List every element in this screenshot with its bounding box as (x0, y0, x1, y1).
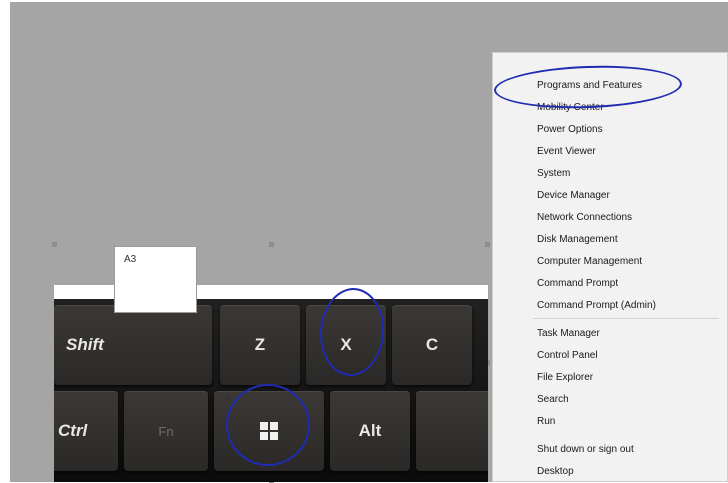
ink-circle-windows-key (226, 384, 310, 466)
menu-item-network-connections[interactable]: Network Connections (537, 212, 632, 223)
key-ctrl: Ctrl (54, 391, 118, 471)
menu-item-shut-down-or-sign-out[interactable]: Shut down or sign out (537, 444, 634, 455)
key-c: C (392, 305, 472, 385)
key-shift: Shift (54, 305, 212, 385)
menu-item-command-prompt-admin[interactable]: Command Prompt (Admin) (537, 300, 656, 311)
win-x-menu: Programs and Features Mobility Center Po… (492, 52, 728, 482)
menu-item-control-panel[interactable]: Control Panel (537, 350, 598, 361)
menu-item-system[interactable]: System (537, 168, 570, 179)
menu-item-event-viewer[interactable]: Event Viewer (537, 146, 596, 157)
key-blank (416, 391, 488, 471)
resize-handle-mid[interactable] (269, 242, 274, 247)
resize-handle-right[interactable] (485, 242, 490, 247)
key-z: Z (220, 305, 300, 385)
menu-item-desktop[interactable]: Desktop (537, 466, 574, 477)
menu-item-file-explorer[interactable]: File Explorer (537, 372, 593, 383)
menu-item-search[interactable]: Search (537, 394, 569, 405)
key-alt: Alt (330, 391, 410, 471)
menu-item-command-prompt[interactable]: Command Prompt (537, 278, 618, 289)
submenu-arrow-icon: ▸ (226, 393, 231, 402)
menu-item-device-manager[interactable]: Device Manager (537, 190, 610, 201)
menu-item-task-manager[interactable]: Task Manager (537, 328, 600, 339)
text-box[interactable]: A3 (114, 246, 197, 313)
key-fn: Fn (124, 391, 208, 471)
menu-item-computer-management[interactable]: Computer Management (537, 256, 642, 267)
menu-item-run[interactable]: Run (537, 416, 555, 427)
menu-separator (533, 318, 719, 319)
text-box-label: A3 (124, 254, 137, 265)
menu-item-disk-management[interactable]: Disk Management (537, 234, 618, 245)
resize-handle-left[interactable] (52, 242, 57, 247)
menu-item-power-options[interactable]: Power Options (537, 124, 603, 135)
